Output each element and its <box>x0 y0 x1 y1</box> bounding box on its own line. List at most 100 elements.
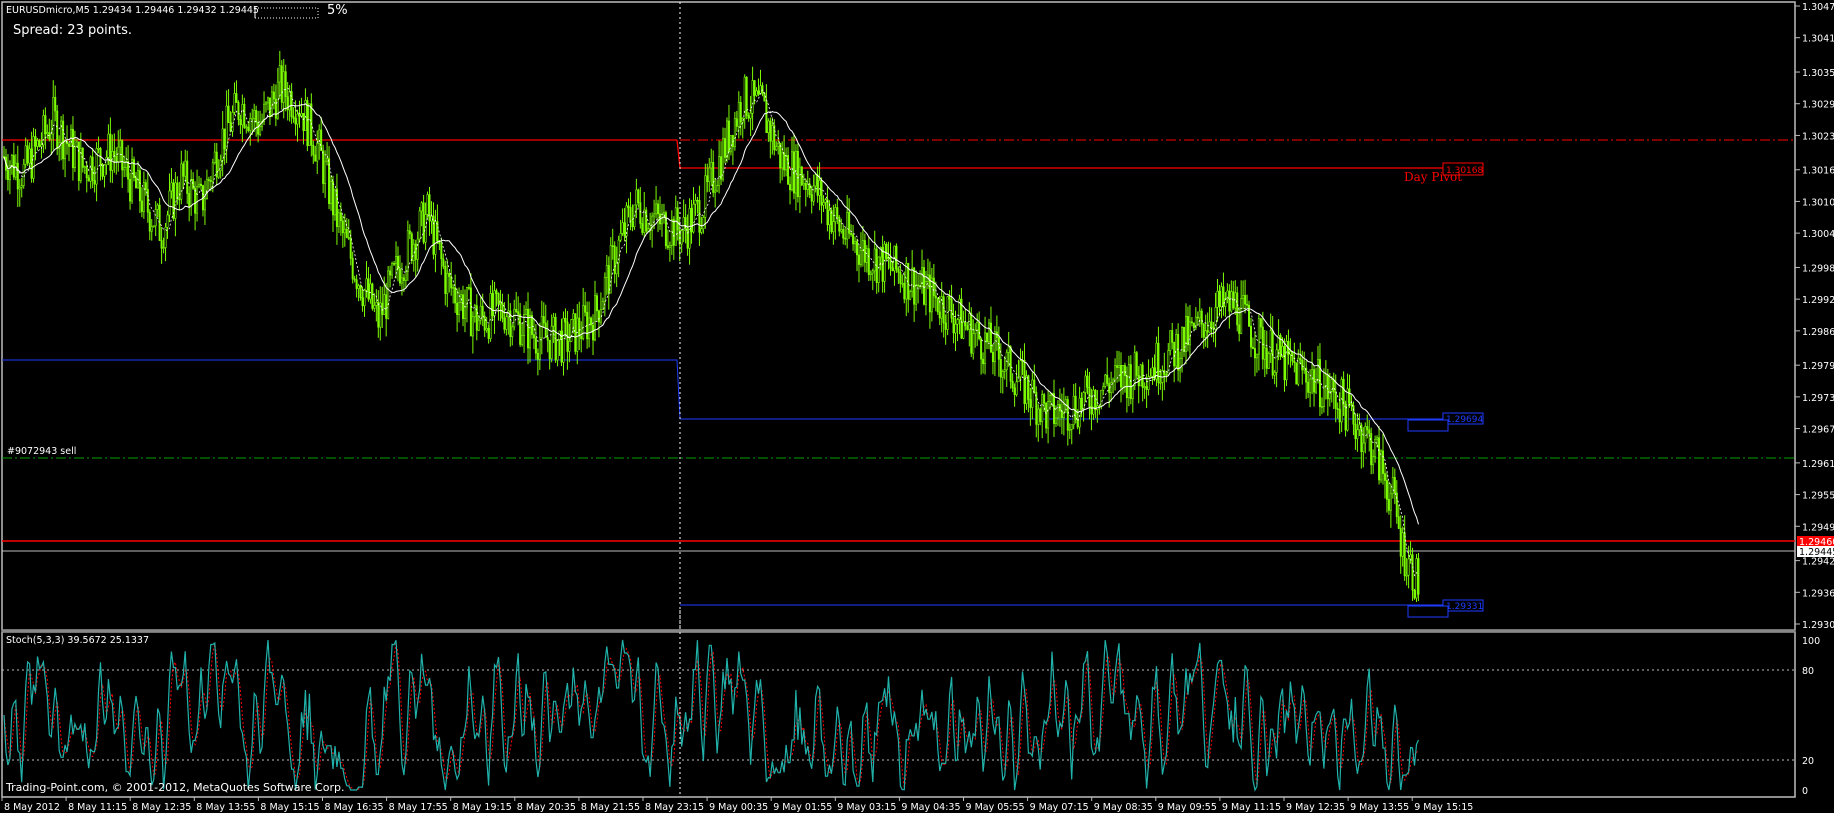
candle-body <box>672 219 675 246</box>
candle-body <box>1208 321 1211 333</box>
candle-body <box>623 222 626 237</box>
candle-body <box>1255 353 1258 359</box>
candle-body <box>832 221 835 233</box>
time-label: 8 May 23:15 <box>645 802 704 813</box>
order-label[interactable]: #9072943 sell <box>7 446 76 457</box>
candle-body <box>1291 351 1294 362</box>
candle-body <box>515 309 518 313</box>
candle-body <box>434 221 437 255</box>
candle-body <box>873 248 876 272</box>
candle-body <box>1009 346 1012 382</box>
candle-body <box>383 294 386 315</box>
candle-body <box>257 121 260 135</box>
candle-body <box>426 194 429 215</box>
candle-body <box>176 182 179 200</box>
candle-body <box>448 273 451 277</box>
candle-body <box>899 271 902 284</box>
candle-body <box>353 278 356 281</box>
candle-body <box>1405 574 1408 577</box>
candle-body <box>562 317 565 363</box>
candle-body <box>970 313 973 354</box>
candle-body <box>36 140 39 147</box>
candle-body <box>580 335 583 339</box>
candle-body <box>1116 365 1119 368</box>
candle-body <box>38 140 41 147</box>
candle-body <box>834 207 837 222</box>
candle-body <box>357 285 360 289</box>
candle-body <box>1289 351 1292 355</box>
candle-body <box>903 282 906 300</box>
candle-body <box>1417 558 1420 595</box>
candle-body <box>852 234 855 245</box>
chart-canvas[interactable]: 1.30475 1.30415 1.30350 1.30290 1.30230 1.301… <box>0 0 1834 813</box>
candle-body <box>964 321 967 326</box>
candle-body <box>107 133 110 158</box>
candle-body <box>237 102 240 120</box>
candle-body <box>333 188 336 216</box>
candle-body <box>491 293 494 317</box>
candle-body <box>519 313 522 345</box>
candle-body <box>641 223 644 233</box>
candle-body <box>759 85 762 95</box>
candle-body <box>1143 386 1146 388</box>
candle-body <box>1261 326 1264 360</box>
candle-body <box>292 116 295 119</box>
candle-body <box>71 128 74 168</box>
candle-body <box>497 293 500 305</box>
candle-body <box>1218 290 1221 308</box>
candle-body <box>986 332 989 343</box>
candle-body <box>288 91 291 111</box>
candle-body <box>1167 350 1170 376</box>
candle-body <box>12 155 15 178</box>
candle-body <box>144 182 147 190</box>
symbol-info: EURUSDmicro,M5 1.29434 1.29446 1.29432 1… <box>6 5 259 16</box>
candle-body <box>18 186 21 190</box>
candle-body <box>1007 346 1010 353</box>
candle-body <box>489 293 492 339</box>
candle-body <box>1395 492 1398 517</box>
candle-body <box>755 90 758 96</box>
candle-body <box>395 256 398 265</box>
candle-body <box>1121 365 1124 388</box>
candle-body <box>495 290 498 294</box>
time-label: 8 May 21:55 <box>581 802 640 813</box>
candle-body <box>160 240 163 249</box>
candle-body <box>1047 401 1050 429</box>
candle-body <box>544 322 547 338</box>
candle-body <box>1382 450 1385 474</box>
candle-body <box>889 256 892 269</box>
candle-body <box>241 103 244 126</box>
candle-body <box>1056 404 1059 419</box>
candle-body <box>781 152 784 169</box>
candle-body <box>26 145 29 164</box>
candle-body <box>40 144 43 147</box>
candle-body <box>156 204 159 210</box>
candle-body <box>657 203 660 215</box>
candle-body <box>389 270 392 276</box>
candle-body <box>1238 324 1241 334</box>
candle-body <box>284 71 287 98</box>
candle-body <box>190 179 193 207</box>
candle-body <box>46 132 49 135</box>
candle-body <box>207 179 210 181</box>
candle-body <box>1350 402 1353 406</box>
candle-body <box>387 270 390 319</box>
candle-body <box>60 120 63 143</box>
candle-body <box>259 126 262 135</box>
candle-body <box>142 182 145 212</box>
candle-body <box>1267 353 1270 369</box>
candle-body <box>1383 473 1386 481</box>
candle-body <box>688 208 691 249</box>
candle-body <box>320 129 323 152</box>
price-label: 1.29365 <box>1802 588 1834 599</box>
candle-body <box>1320 406 1323 408</box>
candle-body <box>330 181 333 204</box>
candle-body <box>306 100 309 146</box>
candle-body <box>1338 408 1341 423</box>
candle-body <box>826 199 829 226</box>
candle-body <box>733 118 736 148</box>
time-label: 8 May 20:35 <box>517 802 576 813</box>
candle-body <box>477 319 480 331</box>
candle-body <box>1110 381 1113 394</box>
candle-body <box>1155 342 1158 380</box>
